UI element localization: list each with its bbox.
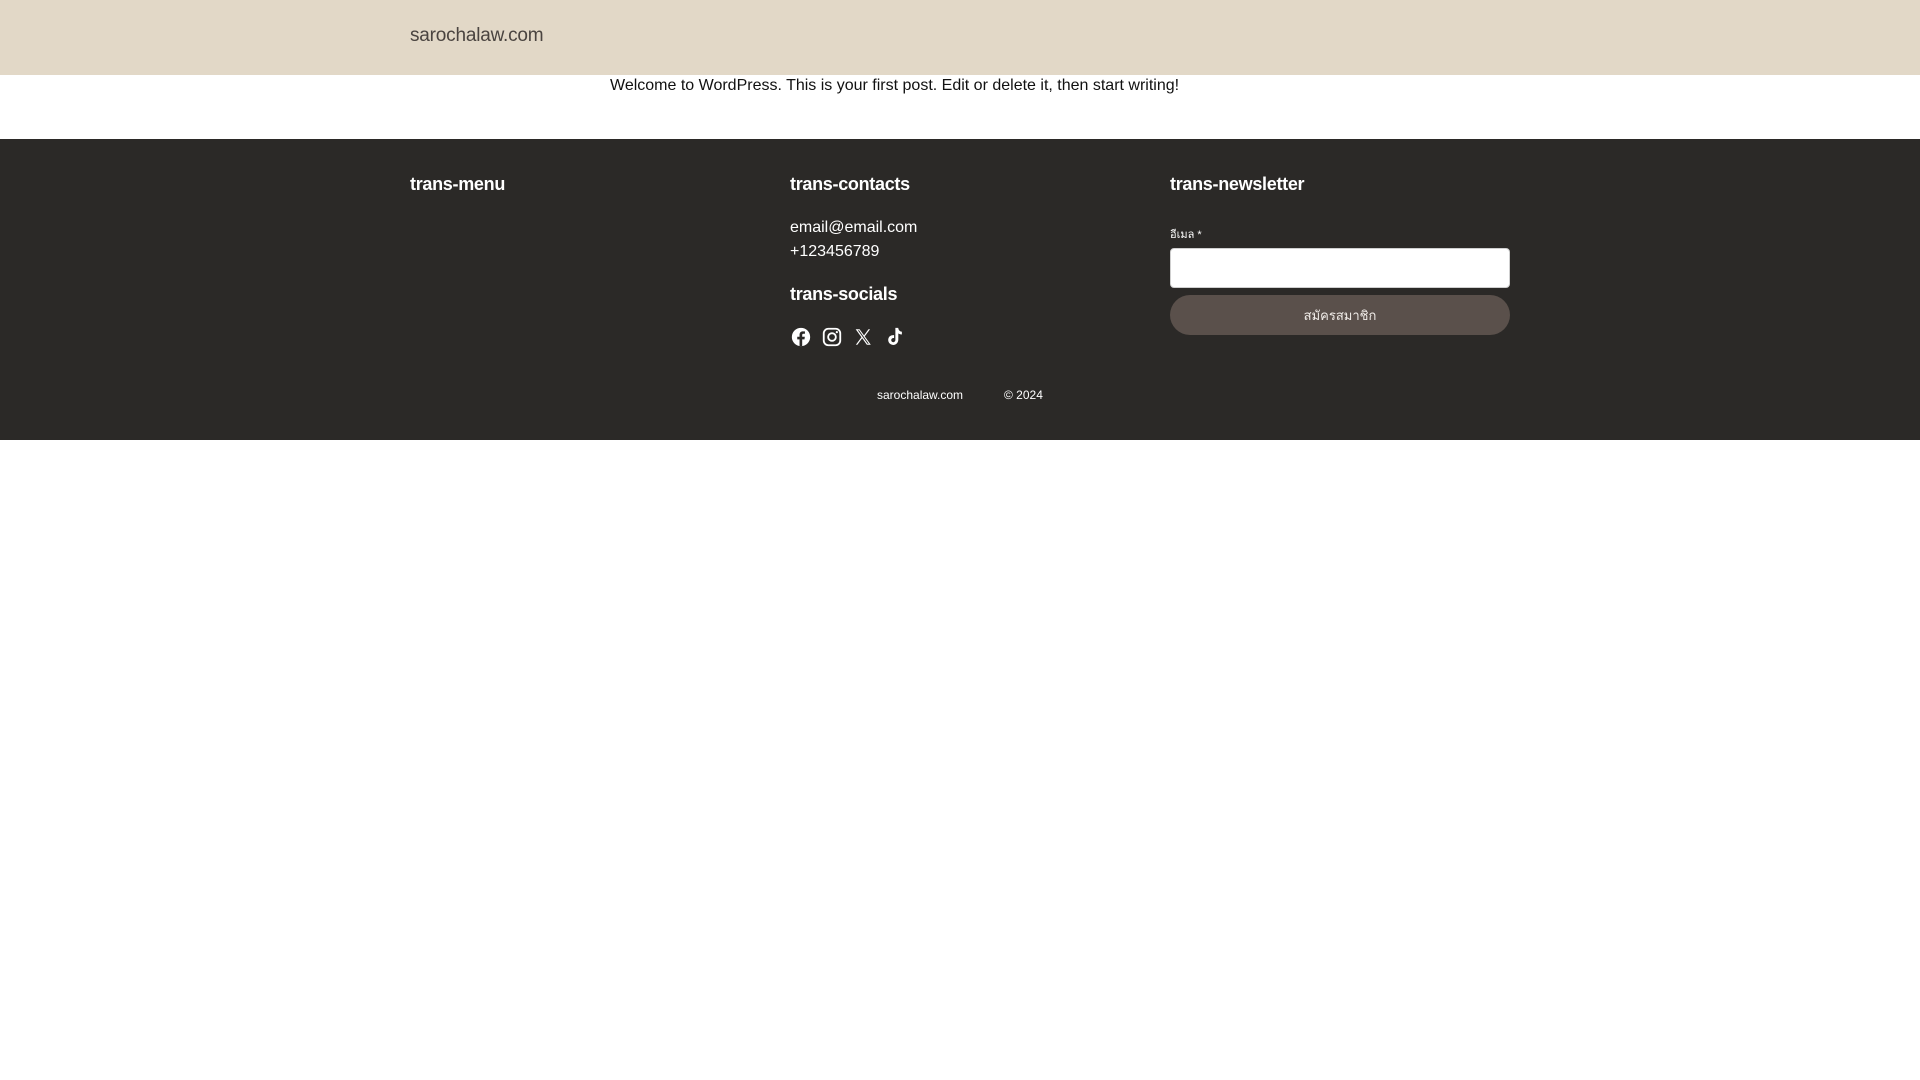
site-footer: trans-menu trans-contacts email@email.co…: [0, 139, 1920, 440]
contact-phone: +123456789: [790, 243, 880, 260]
newsletter-heading: trans-newsletter: [1170, 174, 1305, 194]
footer-copyright: © 2024: [1004, 388, 1043, 402]
contacts-heading: trans-contacts: [790, 174, 910, 194]
contact-email: email@email.com: [790, 219, 918, 236]
site-header: sarochalaw.com: [0, 0, 1920, 75]
newsletter-email-input[interactable]: [1170, 248, 1510, 288]
menu-heading: trans-menu: [410, 174, 506, 194]
subscribe-button[interactable]: สมัครสมาชิก: [1170, 295, 1510, 335]
x-icon[interactable]: [852, 326, 874, 348]
post-content: Welcome to WordPress. This is your first…: [610, 77, 1180, 94]
tiktok-icon[interactable]: [883, 326, 905, 348]
email-label: อีเมล *: [1170, 229, 1202, 241]
facebook-icon[interactable]: [790, 326, 812, 348]
site-title-link[interactable]: sarochalaw.com: [410, 25, 544, 47]
instagram-icon[interactable]: [821, 326, 843, 348]
social-icons: [790, 326, 905, 348]
socials-heading: trans-socials: [790, 284, 898, 304]
footer-site-name: sarochalaw.com: [877, 388, 964, 402]
